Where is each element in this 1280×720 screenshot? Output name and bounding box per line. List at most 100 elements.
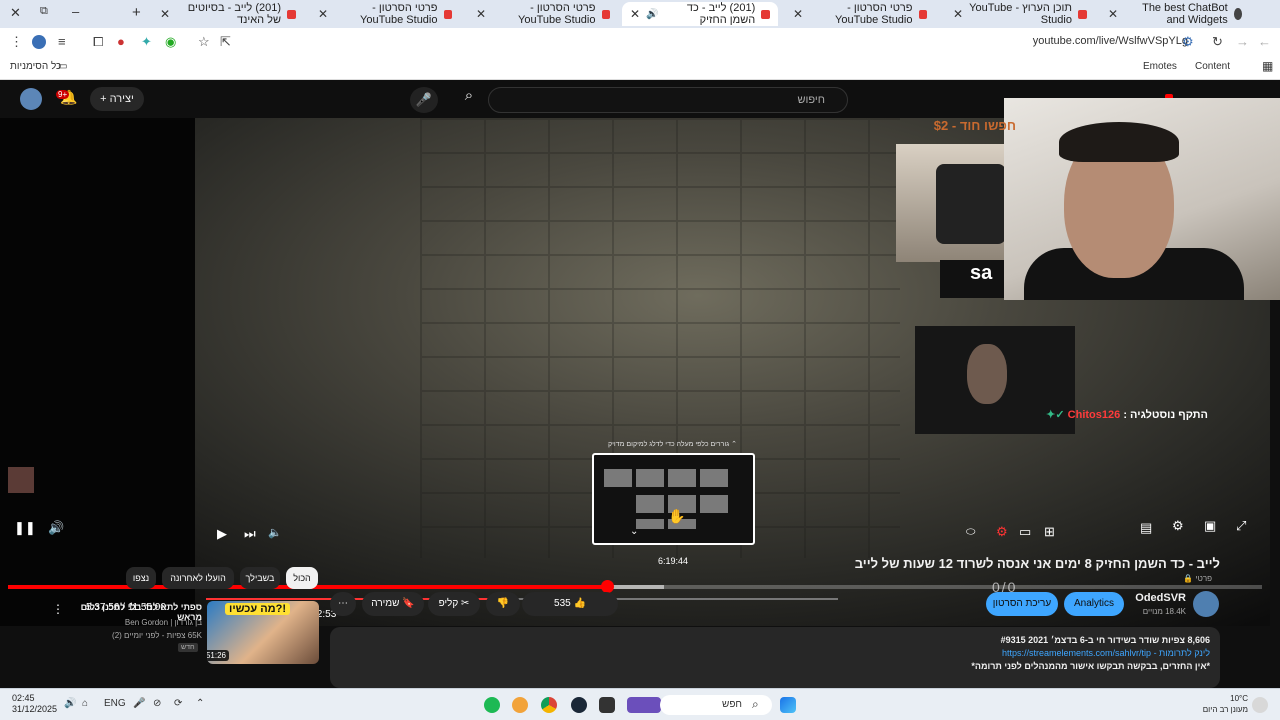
pause-icon[interactable]: ❚❚ (14, 520, 36, 536)
network-icon[interactable]: ⌂ (82, 698, 88, 709)
search-icon: ⌕ (752, 697, 759, 711)
extensions-list-icon[interactable]: ≡ (58, 34, 66, 49)
tab-chatbot[interactable]: The best ChatBot and Widgets ✕ (1100, 2, 1250, 26)
like-button[interactable]: 535 👍 (522, 592, 618, 616)
close-tab-icon[interactable]: ✕ (160, 7, 170, 21)
puzzle-icon[interactable]: ⧠ (93, 34, 103, 50)
close-tab-icon[interactable]: ✕ (1108, 7, 1118, 21)
miniplayer-icon[interactable]: ⊞ (1044, 524, 1055, 540)
subtitles-icon[interactable]: ▤ (1140, 520, 1152, 536)
close-tab-icon[interactable]: ✕ (793, 7, 803, 21)
browser-tab-strip: ✕ ⧉ – + The best ChatBot and Widgets ✕ תו… (0, 0, 1280, 28)
tab-channel-content[interactable]: תוכן הערוץ - YouTube Studio ✕ (945, 2, 1095, 26)
windows-start-icon[interactable] (780, 697, 796, 713)
clip-button[interactable]: ✂ קליפ (428, 592, 480, 616)
widgets-icon[interactable] (627, 697, 661, 713)
emotes-bookmark[interactable]: Emotes (1143, 61, 1177, 72)
extension-red-icon[interactable]: ● (117, 34, 125, 49)
site-settings-icon[interactable]: ⚙ (1182, 34, 1194, 50)
channel-avatar[interactable] (1193, 591, 1219, 617)
chrome-icon[interactable] (541, 697, 557, 713)
tab-live-active[interactable]: (201) לייב - כד השמן החזיק 🔊 ✕ (622, 2, 778, 26)
description-note: *אין החזרים, בבקשה תבקשו אישור מהמנהלים … (971, 661, 1210, 671)
tab-live-old[interactable]: (201) לייב - בסיוטים של האינד ✕ (152, 2, 304, 26)
reload-icon[interactable]: ↻ (1212, 34, 1223, 50)
close-tab-icon[interactable]: ✕ (953, 7, 963, 21)
menu-kebab-icon[interactable]: ⋮ (10, 34, 23, 50)
weather-widget[interactable]: 10°C מעונן רב היום (1198, 693, 1248, 715)
address-bar[interactable]: youtube.com/live/WslfwVSpYLg (1033, 35, 1188, 47)
youtube-favicon-icon (287, 9, 296, 19)
chip-for-you[interactable]: בשבילך (240, 567, 280, 589)
back-icon[interactable]: ← (1258, 34, 1271, 49)
analytics-button[interactable]: Analytics (1064, 592, 1124, 616)
share-icon[interactable]: ⇱ (220, 34, 231, 50)
edit-video-button[interactable]: עריכת הסרטון (986, 592, 1058, 616)
privacy-text: פרטי (1195, 574, 1212, 583)
chat-message-text: התקף נוסטלגיה : (1123, 409, 1208, 421)
chip-recent[interactable]: הועלו לאחרונה (162, 567, 234, 589)
voice-search-mic-icon[interactable]: 🎤 (410, 87, 438, 113)
description-tip-link[interactable]: לינק לתרומות - https://streamelements.co… (1002, 648, 1210, 658)
streamer-webcam (1004, 98, 1280, 300)
chip-all[interactable]: הכול (286, 567, 318, 589)
tab-video-details-3[interactable]: פרטי הסרטון - YouTube Studio ✕ (310, 2, 460, 26)
create-button[interactable]: יצירה + (90, 87, 144, 111)
settings-gear-icon[interactable]: ⚙ (1172, 518, 1184, 534)
cast-icon[interactable]: ▭ (1019, 524, 1031, 540)
file-explorer-icon[interactable] (599, 697, 615, 713)
no-wifi-icon[interactable]: ⊘ (153, 698, 161, 709)
description-box[interactable]: 8,606 צפיות שודר בשידור חי ב-6 בדצמ׳ 202… (330, 627, 1220, 688)
theater-mode-icon[interactable]: ▣ (1204, 518, 1216, 534)
more-actions-icon[interactable]: ⋯ (330, 592, 356, 616)
steam-icon[interactable] (571, 697, 587, 713)
save-button[interactable]: 🔖 שמירה (362, 592, 424, 616)
spotify-icon[interactable] (484, 697, 500, 713)
chevron-up-icon[interactable]: ⌃ (196, 698, 204, 709)
tab-video-details-2[interactable]: פרטי הסרטון - YouTube Studio ✕ (468, 2, 618, 26)
weather-text: מעונן רב היום (1202, 705, 1248, 714)
recommendation-thumbnail[interactable]: מה עכשיו?! 51:26 (207, 601, 319, 664)
apps-grid-icon[interactable]: ▦ (1262, 59, 1273, 73)
search-icon[interactable]: ⌕ (450, 87, 488, 113)
recommendation-menu-icon[interactable]: ⋮ (52, 602, 64, 616)
close-tab-icon[interactable]: ✕ (630, 7, 640, 21)
folder-icon: ▭ (58, 61, 68, 72)
content-bookmark[interactable]: Content (1195, 61, 1230, 72)
subscriber-count: 18.4K מנויים (1142, 607, 1186, 616)
new-tab-icon[interactable]: + (132, 4, 141, 21)
speaker-icon[interactable]: 🔊 (64, 698, 76, 709)
bookmark-star-icon[interactable]: ☆ (198, 34, 210, 50)
restore-window-icon[interactable]: ⧉ (40, 5, 48, 18)
recommendation-channel[interactable]: בן גורדון | Ben Gordon (64, 618, 202, 627)
volume-icon[interactable]: 🔊 (48, 520, 64, 536)
cc-icon[interactable]: ⚙ (996, 524, 1008, 540)
extension-cyan-icon[interactable]: ✦ (141, 34, 152, 50)
language-indicator[interactable]: ENG (104, 698, 126, 709)
minimize-window-icon[interactable]: – (72, 4, 79, 19)
fullscreen-icon[interactable]: ⤢ (1236, 518, 1246, 534)
extension-green-icon[interactable]: ◉ (165, 34, 176, 50)
search-input[interactable]: חיפוש (488, 87, 848, 113)
thumbnail-caption: מה עכשיו?! (225, 603, 291, 615)
mic-tray-icon[interactable]: 🎤 (133, 698, 145, 709)
all-bookmarks-folder[interactable]: כל הסימניות (10, 61, 61, 72)
autoplay-toggle[interactable]: ⬭ (966, 526, 975, 539)
sync-tray-icon[interactable]: ⟳ (174, 698, 182, 709)
chip-watched[interactable]: נצפו (126, 567, 156, 589)
forward-icon[interactable]: → (1236, 34, 1249, 49)
tab-video-details-1[interactable]: פרטי הסרטון - YouTube Studio ✕ (785, 2, 935, 26)
channel-name[interactable]: OdedSVR (1130, 592, 1186, 604)
dislike-button[interactable]: 👎 (486, 592, 520, 616)
system-clock[interactable]: 02:45 31/12/2025 (12, 693, 57, 715)
close-tab-icon[interactable]: ✕ (318, 7, 328, 21)
bookmark-icon: 🔖 (402, 598, 415, 609)
audio-playing-icon[interactable]: 🔊 (646, 9, 658, 20)
close-window-icon[interactable]: ✕ (10, 5, 21, 21)
app-orange-icon[interactable] (512, 697, 528, 713)
tab-label: The best ChatBot and Widgets (1142, 2, 1228, 26)
profile-avatar-icon[interactable] (32, 35, 46, 49)
like-count: 535 (554, 598, 571, 609)
account-avatar[interactable] (20, 88, 42, 110)
close-tab-icon[interactable]: ✕ (476, 7, 486, 21)
